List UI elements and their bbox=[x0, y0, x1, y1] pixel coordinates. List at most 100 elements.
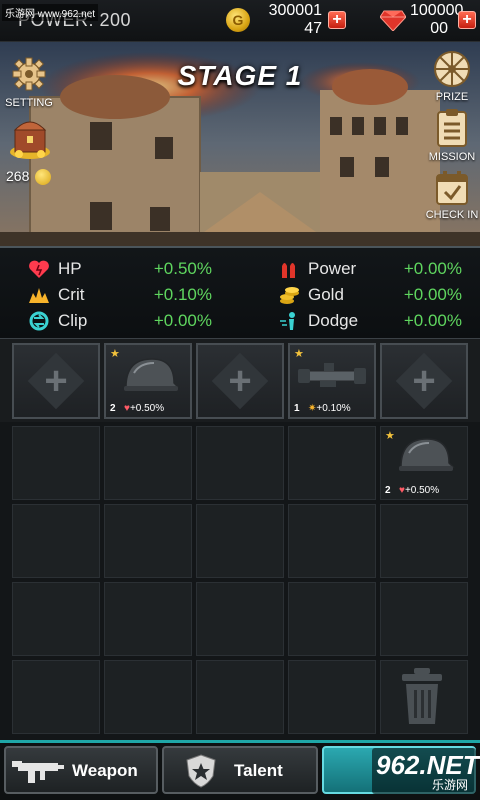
inventory-cell[interactable] bbox=[196, 426, 284, 500]
item-count: 1 bbox=[294, 403, 300, 414]
gold-coin-icon: G bbox=[226, 8, 250, 32]
treasure-chest-button[interactable] bbox=[4, 112, 56, 165]
watermark-bottom: 962.NET 乐游网 bbox=[372, 748, 479, 794]
stage-scene: STAGE 1 SETTING 268 PRIZE MISSION CHECK … bbox=[0, 42, 480, 246]
badge-star-icon bbox=[186, 754, 216, 788]
check-in-button[interactable]: CHECK IN bbox=[424, 170, 480, 222]
power-value: 200 bbox=[99, 10, 132, 30]
equip-slot-2[interactable]: ★ 2 ♥+0.50% bbox=[104, 343, 192, 419]
stat-gold-value: +0.00% bbox=[403, 285, 462, 304]
add-item-icon: + bbox=[44, 359, 68, 403]
heart-icon bbox=[29, 260, 49, 278]
setting-label: SETTING bbox=[5, 97, 53, 109]
inventory-cell[interactable] bbox=[196, 660, 284, 734]
add-gold-button[interactable]: + bbox=[328, 11, 346, 29]
inventory-cell[interactable] bbox=[12, 426, 100, 500]
inventory-cell[interactable] bbox=[104, 426, 192, 500]
equip-slot-3[interactable]: + bbox=[196, 343, 284, 419]
helmet-icon bbox=[124, 358, 180, 391]
game-screen: 乐游网 www.962.net POWER: 200 G 300001 47 +… bbox=[0, 0, 480, 800]
add-item-icon: + bbox=[412, 359, 436, 403]
check-in-label: CHECK IN bbox=[425, 209, 479, 221]
inventory-cell[interactable] bbox=[104, 660, 192, 734]
stat-clip: Clip +0.00% bbox=[28, 308, 218, 334]
equip-slot-1[interactable]: + bbox=[12, 343, 100, 419]
item-bonus: ✷+0.10% bbox=[308, 403, 351, 414]
trash-icon[interactable] bbox=[400, 668, 444, 726]
stat-hp: HP +0.50% bbox=[28, 256, 218, 282]
watermark-small: 乐游网 bbox=[432, 778, 469, 792]
setting-button[interactable]: SETTING bbox=[2, 56, 56, 109]
item-bonus-value: +0.50% bbox=[404, 485, 440, 496]
stat-power-label: Power bbox=[308, 259, 357, 278]
stat-power-value: +0.00% bbox=[403, 259, 462, 278]
star-icon: ★ bbox=[385, 430, 395, 442]
tab-weapon-label: Weapon bbox=[72, 761, 138, 780]
stat-clip-value: +0.00% bbox=[153, 311, 212, 330]
stat-gold-label: Gold bbox=[308, 285, 344, 304]
crit-icon bbox=[29, 288, 49, 303]
inventory-cell[interactable] bbox=[104, 504, 192, 578]
stat-dodge-label: Dodge bbox=[308, 311, 359, 330]
item-bonus-value: +0.10% bbox=[316, 403, 351, 414]
stat-crit-value: +0.10% bbox=[153, 285, 212, 304]
treasure-chest-icon bbox=[10, 121, 50, 159]
inventory-cell[interactable] bbox=[288, 426, 376, 500]
inventory-cell[interactable] bbox=[288, 660, 376, 734]
tab-talent[interactable]: Talent bbox=[162, 746, 318, 794]
inventory-cell[interactable] bbox=[288, 504, 376, 578]
inventory-cell[interactable] bbox=[380, 582, 468, 656]
stat-crit: Crit +0.10% bbox=[28, 282, 218, 308]
stat-gold: Gold +0.00% bbox=[278, 282, 468, 308]
tab-talent-label: Talent bbox=[234, 761, 283, 780]
inventory-cell[interactable] bbox=[104, 582, 192, 656]
inventory-cell[interactable] bbox=[380, 504, 468, 578]
prize-button[interactable]: PRIZE bbox=[424, 50, 480, 103]
stat-crit-label: Crit bbox=[58, 285, 85, 304]
gold-amount: 300001 bbox=[268, 2, 322, 19]
gear-icon bbox=[12, 57, 46, 91]
calendar-check-icon bbox=[436, 171, 468, 205]
scope-icon bbox=[298, 363, 366, 387]
stage-title: STAGE 1 bbox=[177, 60, 303, 91]
stat-dodge-value: +0.00% bbox=[403, 311, 462, 330]
inventory-cell[interactable] bbox=[12, 582, 100, 656]
stat-power: Power +0.00% bbox=[278, 256, 468, 282]
clipboard-icon bbox=[437, 109, 467, 147]
equipment-row: + ★ 2 ♥+0.50% + ★ 1 ✷+0.10% + bbox=[0, 338, 480, 422]
gem-amount: 100000 bbox=[410, 2, 464, 19]
inventory-cell[interactable]: ★ 2 ♥+0.50% bbox=[380, 426, 468, 500]
inventory-cell[interactable] bbox=[196, 504, 284, 578]
add-gem-button[interactable]: + bbox=[458, 11, 476, 29]
gem-sub-amount: 00 bbox=[430, 20, 448, 37]
equip-slot-4[interactable]: ★ 1 ✷+0.10% bbox=[288, 343, 376, 419]
stats-panel: HP +0.50% Crit +0.10% Clip +0.00% Power … bbox=[0, 246, 480, 338]
bullets-icon bbox=[282, 263, 295, 278]
clip-icon bbox=[29, 311, 49, 331]
equip-slot-5[interactable]: + bbox=[380, 343, 468, 419]
gem-icon bbox=[380, 10, 406, 31]
stat-hp-value: +0.50% bbox=[153, 259, 212, 278]
item-count: 2 bbox=[110, 403, 116, 414]
mission-button[interactable]: MISSION bbox=[424, 108, 480, 163]
coins-icon bbox=[280, 287, 299, 304]
chest-amount: 268 bbox=[6, 168, 30, 184]
gold-sub-amount: 47 bbox=[304, 20, 322, 37]
chest-amount-wrap: 268 bbox=[6, 168, 52, 186]
inventory-cell[interactable] bbox=[288, 582, 376, 656]
item-bonus: ♥+0.50% bbox=[399, 485, 439, 496]
mission-label: MISSION bbox=[428, 151, 476, 163]
inventory-cell[interactable] bbox=[12, 504, 100, 578]
inventory-cell[interactable] bbox=[196, 582, 284, 656]
watermark-top: 乐游网 www.962.net bbox=[2, 4, 99, 21]
coin-icon bbox=[35, 169, 52, 186]
stat-dodge: Dodge +0.00% bbox=[278, 308, 468, 334]
inventory-cell[interactable] bbox=[12, 660, 100, 734]
helmet-icon bbox=[399, 438, 455, 471]
tab-weapon[interactable]: Weapon bbox=[4, 746, 158, 794]
stat-hp-label: HP bbox=[58, 259, 82, 278]
gun-icon bbox=[12, 761, 64, 783]
item-bonus-value: +0.50% bbox=[129, 403, 165, 414]
prize-label: PRIZE bbox=[435, 91, 469, 103]
dodge-icon bbox=[280, 312, 295, 330]
